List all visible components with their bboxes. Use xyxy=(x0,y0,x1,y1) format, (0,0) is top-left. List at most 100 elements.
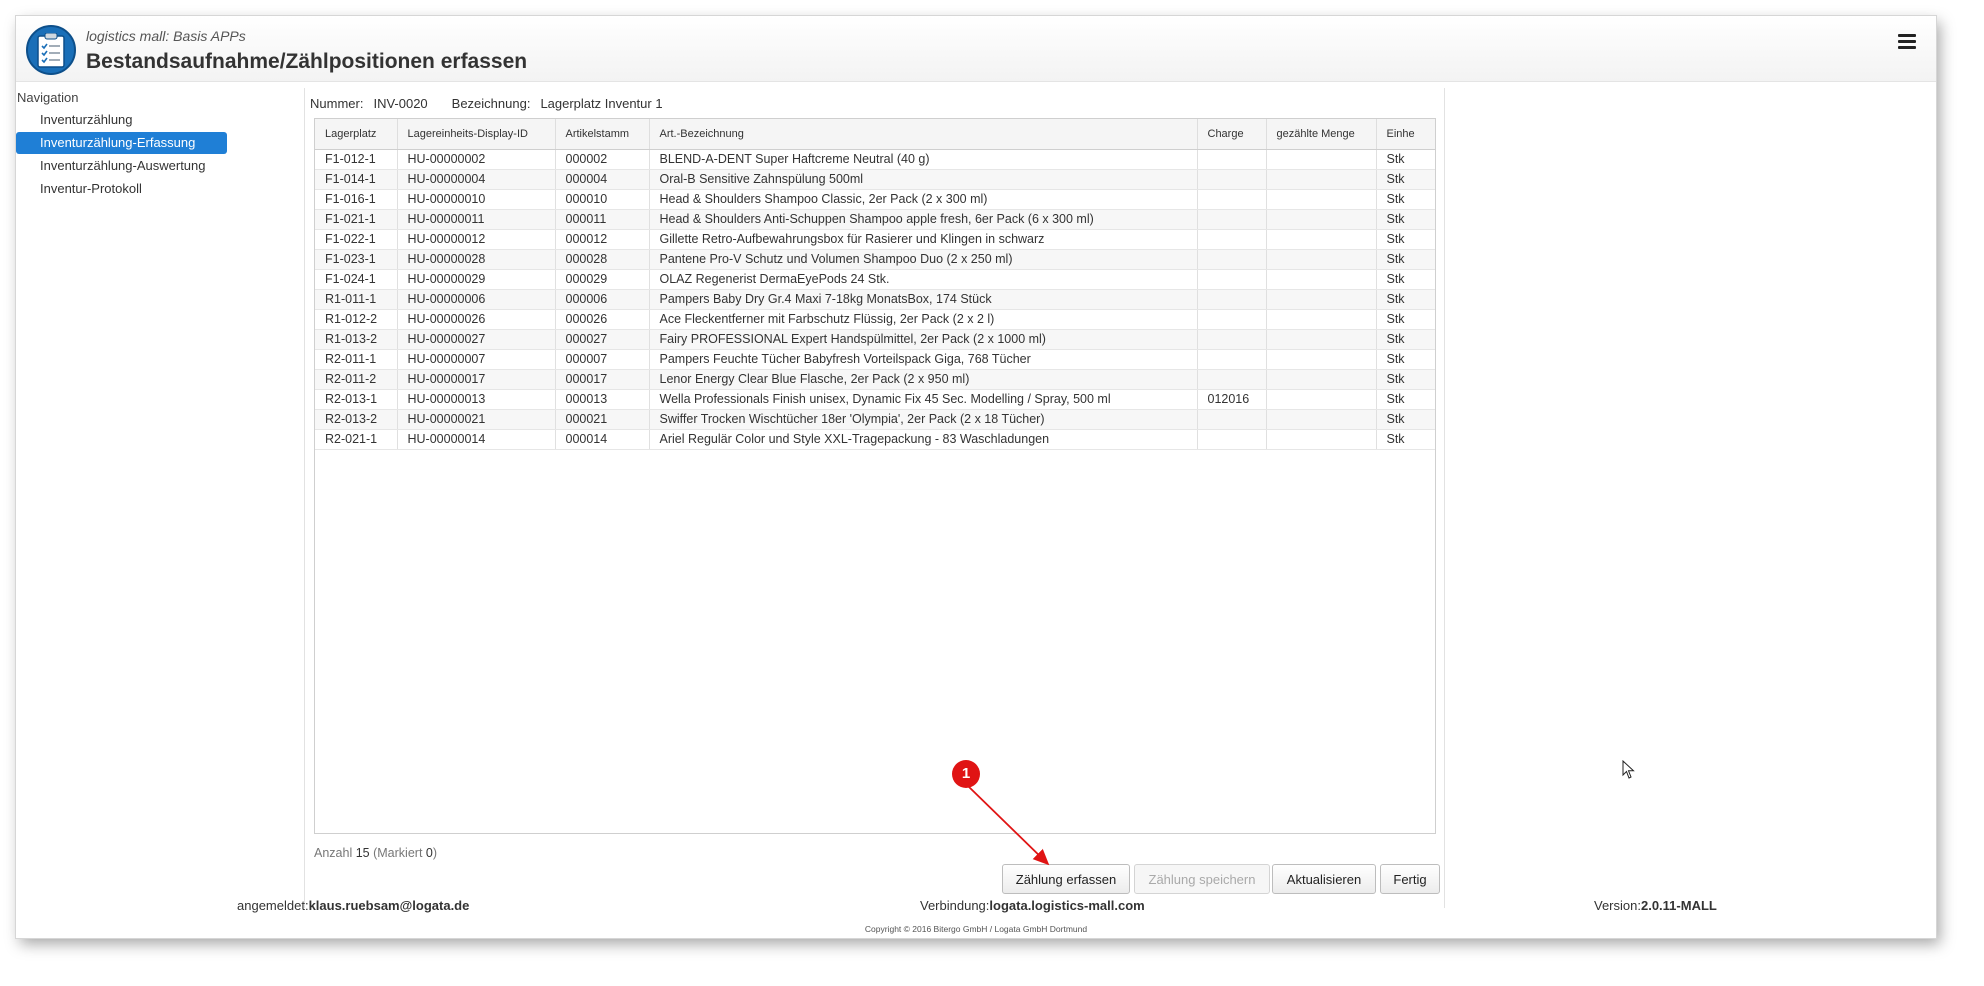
table-cell-menge xyxy=(1266,289,1377,310)
table-cell-lagereinheit: HU-00000012 xyxy=(397,229,556,250)
table-cell-lagerplatz: R1-011-1 xyxy=(315,289,398,310)
table-cell-artikelstamm: 000006 xyxy=(555,289,650,310)
table-row[interactable]: F1-016-1 HU-00000010 000010 Head & Shoulder… xyxy=(315,189,1435,210)
table-cell-bezeichnung: Head & Shoulders Shampoo Classic, 2er Pa… xyxy=(649,189,1198,210)
table-cell-lagerplatz: R2-011-1 xyxy=(315,349,398,370)
table-cell-lagereinheit: HU-00000013 xyxy=(397,389,556,410)
table-row[interactable]: F1-021-1 HU-00000011 000011 Head & Shoulder… xyxy=(315,209,1435,230)
column-header-lagerplatz[interactable]: Lagerplatz xyxy=(315,119,398,150)
table-cell-bezeichnung: Lenor Energy Clear Blue Flasche, 2er Pac… xyxy=(649,369,1198,390)
hamburger-menu-icon[interactable] xyxy=(1898,34,1916,50)
table-cell-bezeichnung: Pampers Baby Dry Gr.4 Maxi 7-18kg Monats… xyxy=(649,289,1198,310)
table-cell-menge xyxy=(1266,329,1377,350)
footer-user: angemeldet:klaus.ruebsam@logata.de xyxy=(237,898,469,913)
markiert-value: 0 xyxy=(425,846,433,860)
nummer-label: Nummer: xyxy=(310,96,364,111)
table-cell-artikelstamm: 000028 xyxy=(555,249,650,270)
table-cell-artikelstamm: 000011 xyxy=(555,209,650,230)
row-count: Anzahl 15 (Markiert 0) xyxy=(314,846,437,860)
table-row[interactable]: R2-013-1 HU-00000013 000013 Wella Professio… xyxy=(315,389,1435,410)
table-cell-einheit: Stk xyxy=(1376,329,1435,350)
app-header: logistics mall: Basis APPs Bestandsaufna… xyxy=(16,16,1936,82)
table-cell-einheit: Stk xyxy=(1376,389,1435,410)
table-cell-einheit: Stk xyxy=(1376,229,1435,250)
table-cell-menge xyxy=(1266,269,1377,290)
fertig-button[interactable]: Fertig xyxy=(1380,864,1440,894)
app-window: logistics mall: Basis APPs Bestandsaufna… xyxy=(16,16,1936,938)
table-cell-artikelstamm: 000004 xyxy=(555,169,650,190)
sidebar-item-inventurzaehlung[interactable]: Inventurzählung xyxy=(16,109,227,131)
table-cell-artikelstamm: 000014 xyxy=(555,429,650,450)
table-cell-bezeichnung: OLAZ Regenerist DermaEyePods 24 Stk. xyxy=(649,269,1198,290)
table-cell-lagerplatz: R2-011-2 xyxy=(315,369,398,390)
table-cell-bezeichnung: Ariel Regulär Color und Style XXL-Tragep… xyxy=(649,429,1198,450)
sidebar-item-inventurzaehlung-erfassung[interactable]: Inventurzählung-Erfassung xyxy=(16,132,227,154)
page-title: Bestandsaufnahme/Zählpositionen erfassen xyxy=(86,50,528,73)
table-cell-lagerplatz: R2-013-2 xyxy=(315,409,398,430)
table-row[interactable]: F1-012-1 HU-00000002 000002 BLEND-A-DENT Su… xyxy=(315,149,1435,170)
nav-heading: Navigation xyxy=(17,90,79,105)
table-row[interactable]: R2-021-1 HU-00000014 000014 Ariel Regulär C… xyxy=(315,429,1435,450)
table-row[interactable]: R2-011-1 HU-00000007 000007 Pampers Feuchte… xyxy=(315,349,1435,370)
content-divider-right xyxy=(1444,88,1445,908)
table-cell-lagerplatz: F1-014-1 xyxy=(315,169,398,190)
table-cell-charge xyxy=(1197,269,1267,290)
table-row[interactable]: F1-022-1 HU-00000012 000012 Gillette Retro-… xyxy=(315,229,1435,250)
table-cell-artikelstamm: 000007 xyxy=(555,349,650,370)
nummer-value: INV-0020 xyxy=(373,96,428,111)
table-cell-lagereinheit: HU-00000027 xyxy=(397,329,556,350)
content-divider-left xyxy=(304,88,305,908)
zaehlung-erfassen-button[interactable]: Zählung erfassen xyxy=(1002,864,1130,894)
footer-version: Version:2.0.11-MALL xyxy=(1594,898,1717,913)
table-cell-bezeichnung: Wella Professionals Finish unisex, Dynam… xyxy=(649,389,1198,410)
table-cell-charge xyxy=(1197,429,1267,450)
table-cell-lagerplatz: R1-012-2 xyxy=(315,309,398,330)
column-header-charge[interactable]: Charge xyxy=(1197,119,1267,150)
table-row[interactable]: F1-024-1 HU-00000029 000029 OLAZ Regenerist… xyxy=(315,269,1435,290)
table-cell-artikelstamm: 000026 xyxy=(555,309,650,330)
inventory-info: Nummer: INV-0020 Bezeichnung: Lagerplatz In… xyxy=(310,96,663,111)
table-row[interactable]: R1-012-2 HU-00000026 000026 Ace Fleckentfer… xyxy=(315,309,1435,330)
column-header-einheit[interactable]: Einhe xyxy=(1376,119,1435,150)
count-positions-table: Lagerplatz Lagereinheits-Display-ID Artike… xyxy=(314,118,1436,834)
aktualisieren-button[interactable]: Aktualisieren xyxy=(1272,864,1376,894)
version-label: Version: xyxy=(1594,898,1641,913)
table-cell-menge xyxy=(1266,369,1377,390)
column-header-menge[interactable]: gezählte Menge xyxy=(1266,119,1377,150)
table-cell-lagerplatz: F1-016-1 xyxy=(315,189,398,210)
table-cell-lagereinheit: HU-00000014 xyxy=(397,429,556,450)
table-cell-einheit: Stk xyxy=(1376,429,1435,450)
table-cell-bezeichnung: Gillette Retro-Aufbewahrungsbox für Rasi… xyxy=(649,229,1198,250)
table-cell-lagereinheit: HU-00000002 xyxy=(397,149,556,170)
table-cell-menge xyxy=(1266,249,1377,270)
column-header-lagereinheit[interactable]: Lagereinheits-Display-ID xyxy=(397,119,556,150)
table-cell-menge xyxy=(1266,309,1377,330)
sidebar-item-inventurzaehlung-auswertung[interactable]: Inventurzählung-Auswertung xyxy=(16,155,227,177)
table-cell-menge xyxy=(1266,429,1377,450)
table-row[interactable]: F1-014-1 HU-00000004 000004 Oral-B Sensitiv… xyxy=(315,169,1435,190)
table-cell-lagereinheit: HU-00000010 xyxy=(397,189,556,210)
table-cell-artikelstamm: 000027 xyxy=(555,329,650,350)
table-row[interactable]: R2-011-2 HU-00000017 000017 Lenor Energy Cl… xyxy=(315,369,1435,390)
table-row[interactable]: R2-013-2 HU-00000021 000021 Swiffer Trocken… xyxy=(315,409,1435,430)
table-cell-charge xyxy=(1197,169,1267,190)
table-row[interactable]: F1-023-1 HU-00000028 000028 Pantene Pro-V S… xyxy=(315,249,1435,270)
table-row[interactable]: R1-011-1 HU-00000006 000006 Pampers Baby Dr… xyxy=(315,289,1435,310)
table-cell-einheit: Stk xyxy=(1376,289,1435,310)
table-cell-artikelstamm: 000029 xyxy=(555,269,650,290)
user-value: klaus.ruebsam@logata.de xyxy=(308,898,470,913)
table-cell-menge xyxy=(1266,389,1377,410)
sidebar-item-inventur-protokoll[interactable]: Inventur-Protokoll xyxy=(16,178,227,200)
table-row[interactable]: R1-013-2 HU-00000027 000027 Fairy PROFESSIO… xyxy=(315,329,1435,350)
table-cell-lagerplatz: F1-012-1 xyxy=(315,149,398,170)
table-cell-bezeichnung: Head & Shoulders Anti-Schuppen Shampoo a… xyxy=(649,209,1198,230)
table-cell-bezeichnung: Ace Fleckentferner mit Farbschutz Flüssi… xyxy=(649,309,1198,330)
table-cell-artikelstamm: 000010 xyxy=(555,189,650,210)
column-header-artikelstamm[interactable]: Artikelstamm xyxy=(555,119,650,150)
table-cell-charge: 012016 xyxy=(1197,389,1267,410)
table-cell-einheit: Stk xyxy=(1376,209,1435,230)
table-cell-lagereinheit: HU-00000021 xyxy=(397,409,556,430)
table-cell-menge xyxy=(1266,229,1377,250)
column-header-bezeichnung[interactable]: Art.-Bezeichnung xyxy=(649,119,1198,150)
table-cell-einheit: Stk xyxy=(1376,169,1435,190)
